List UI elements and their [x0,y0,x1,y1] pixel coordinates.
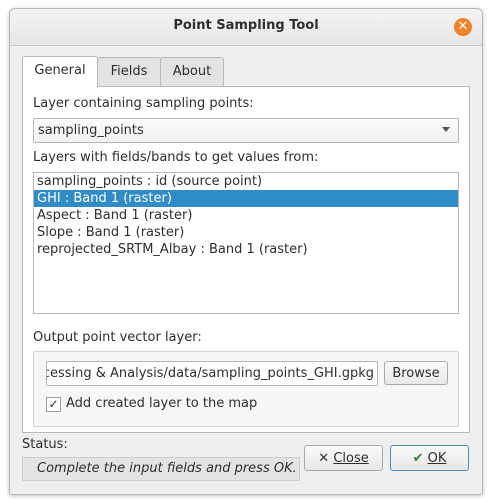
title-bar[interactable]: Point Sampling Tool ✕ [10,9,482,46]
close-x-icon: ✕ [318,451,330,466]
status-message: Complete the input fields and press OK. [37,461,297,476]
list-item[interactable]: Slope : Band 1 (raster) [34,224,458,241]
status-box: Complete the input fields and press OK. [22,457,300,481]
output-label: Output point vector layer: [33,330,202,345]
checkmark-icon: ✔ [412,451,424,466]
sampling-layer-value: sampling_points [38,123,144,138]
ok-button-label: OK [427,451,447,466]
list-item[interactable]: sampling_points : id (source point) [34,173,458,190]
window-title: Point Sampling Tool [173,18,319,33]
output-path-value: cessing & Analysis/data/sampling_points_… [46,366,374,381]
list-item[interactable]: Aspect : Band 1 (raster) [34,207,458,224]
browse-button[interactable]: Browse [384,361,448,385]
chevron-down-icon [442,127,450,132]
general-tab-panel: Layer containing sampling points: sampli… [22,86,470,433]
tab-about[interactable]: About [160,57,224,86]
add-layer-label: Add created layer to the map [66,396,258,411]
sampling-layer-combo[interactable]: sampling_points [33,118,459,143]
layers-list[interactable]: sampling_points : id (source point) GHI … [33,172,459,314]
tab-fields[interactable]: Fields [97,57,161,86]
tab-general[interactable]: General [22,56,98,87]
list-item-selected[interactable]: GHI : Band 1 (raster) [34,190,458,207]
fields-label: Layers with fields/bands to get values f… [33,150,319,165]
status-label: Status: [22,437,68,452]
close-icon[interactable]: ✕ [454,18,472,36]
output-group: cessing & Analysis/data/sampling_points_… [33,351,459,427]
add-layer-checkbox[interactable]: ✓ [46,397,61,412]
ok-button[interactable]: ✔ OK [390,445,469,471]
close-button[interactable]: ✕ Close [304,445,383,471]
output-path-field[interactable]: cessing & Analysis/data/sampling_points_… [46,361,378,386]
close-button-label: Close [333,451,369,466]
layer-label: Layer containing sampling points: [33,96,254,111]
point-sampling-dialog: Point Sampling Tool ✕ General Fields Abo… [9,8,483,495]
list-item[interactable]: reprojected_SRTM_Albay : Band 1 (raster) [34,241,458,258]
